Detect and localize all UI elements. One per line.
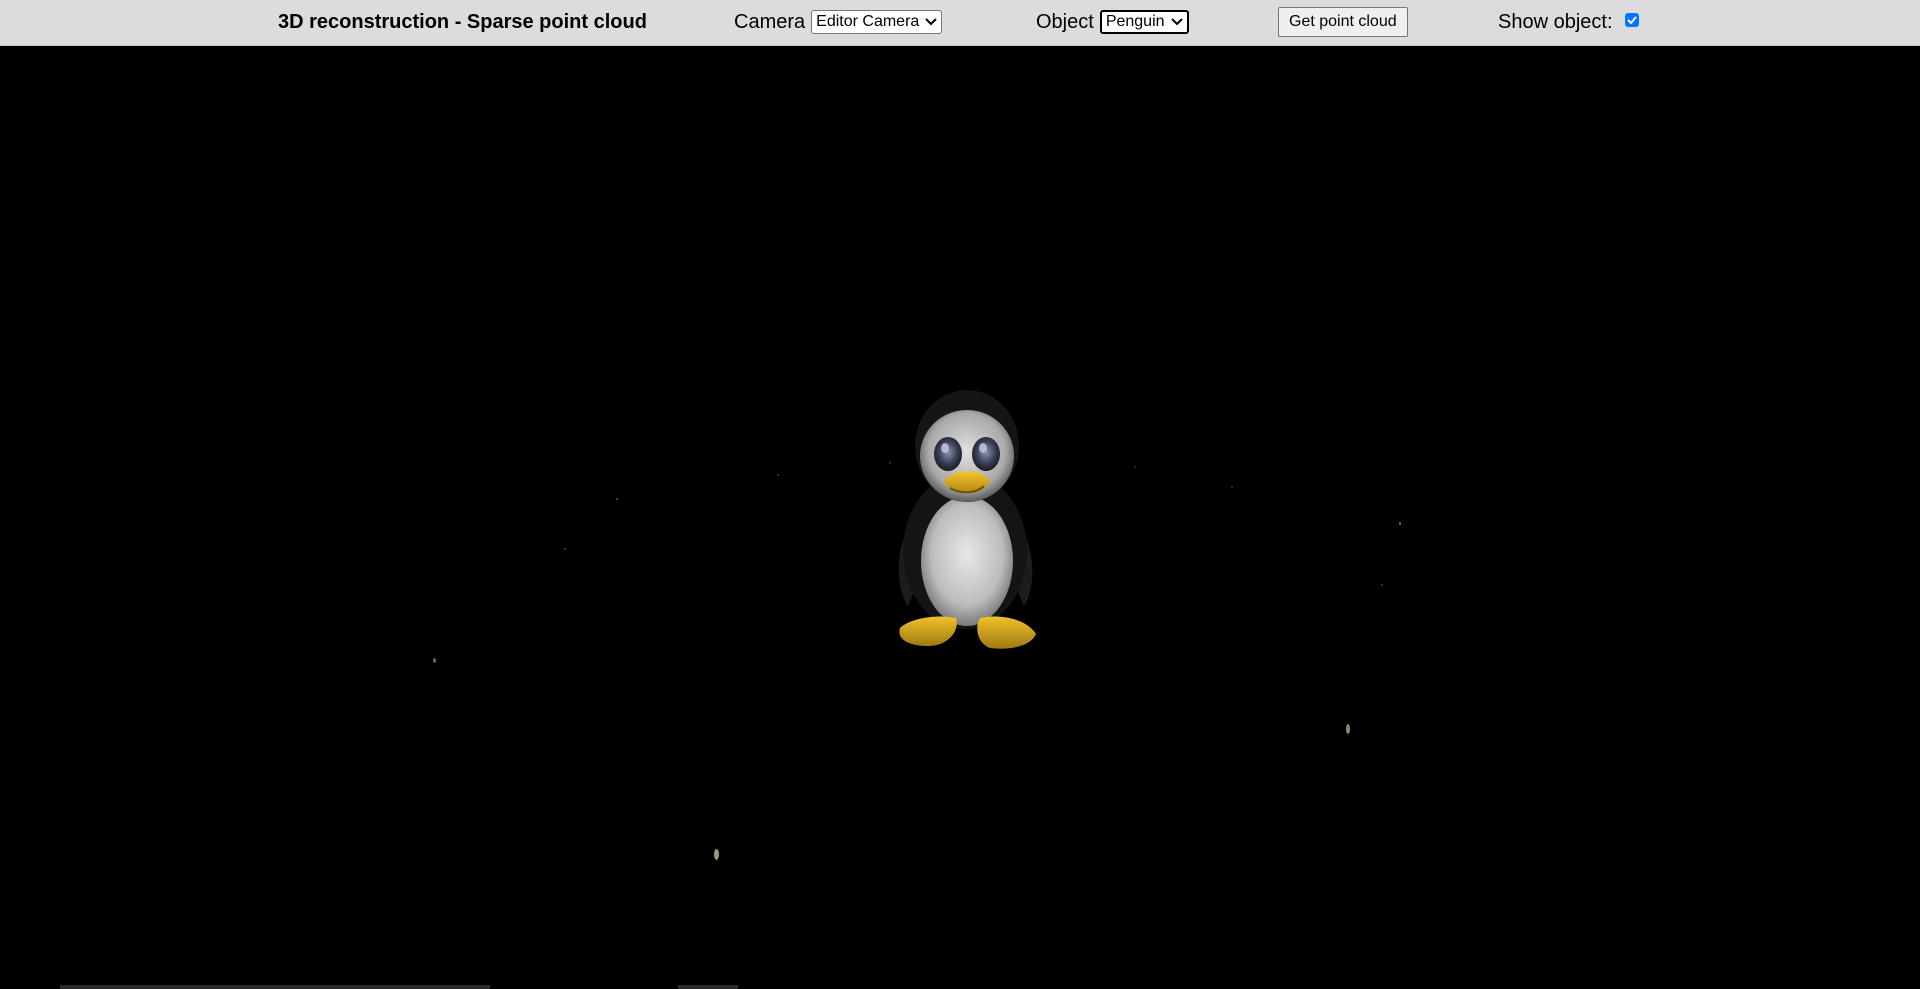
3d-viewport[interactable]	[0, 46, 1920, 989]
camera-label: Camera	[734, 10, 806, 33]
point-cloud-point	[777, 474, 779, 476]
camera-select[interactable]: Editor Camera	[811, 10, 943, 34]
show-object-checkbox[interactable]	[1624, 13, 1639, 27]
chevron-down-icon	[925, 18, 938, 26]
show-object-control: Show object:	[1498, 0, 1639, 44]
chevron-down-icon	[1170, 18, 1183, 26]
point-cloud-point	[1134, 466, 1136, 468]
get-point-cloud-control: Get point cloud	[1278, 0, 1408, 44]
get-point-cloud-button[interactable]: Get point cloud	[1278, 7, 1408, 37]
point-cloud-point	[1346, 724, 1350, 734]
object-control: Object Penguin	[1036, 0, 1189, 44]
point-cloud-point	[714, 849, 719, 860]
object-select[interactable]: Penguin	[1099, 10, 1189, 34]
object-label: Object	[1036, 10, 1094, 33]
point-cloud-point	[433, 658, 436, 663]
object-select-value: Penguin	[1105, 13, 1165, 30]
horizontal-scrollbar[interactable]	[60, 985, 490, 989]
top-toolbar: 3D reconstruction - Sparse point cloud C…	[0, 0, 1920, 46]
checkmark-icon	[1626, 16, 1637, 24]
point-cloud-point	[616, 498, 618, 500]
point-cloud-point	[1399, 522, 1401, 525]
penguin-model[interactable]	[870, 356, 1060, 656]
point-cloud-point	[1231, 486, 1233, 488]
point-cloud-point	[1381, 584, 1383, 586]
camera-control: Camera Editor Camera	[734, 0, 943, 44]
show-object-label: Show object:	[1498, 10, 1613, 33]
camera-select-value: Editor Camera	[816, 13, 920, 30]
horizontal-scrollbar-segment[interactable]	[678, 985, 738, 989]
page-title: 3D reconstruction - Sparse point cloud	[278, 10, 647, 33]
point-cloud-point	[564, 548, 566, 550]
